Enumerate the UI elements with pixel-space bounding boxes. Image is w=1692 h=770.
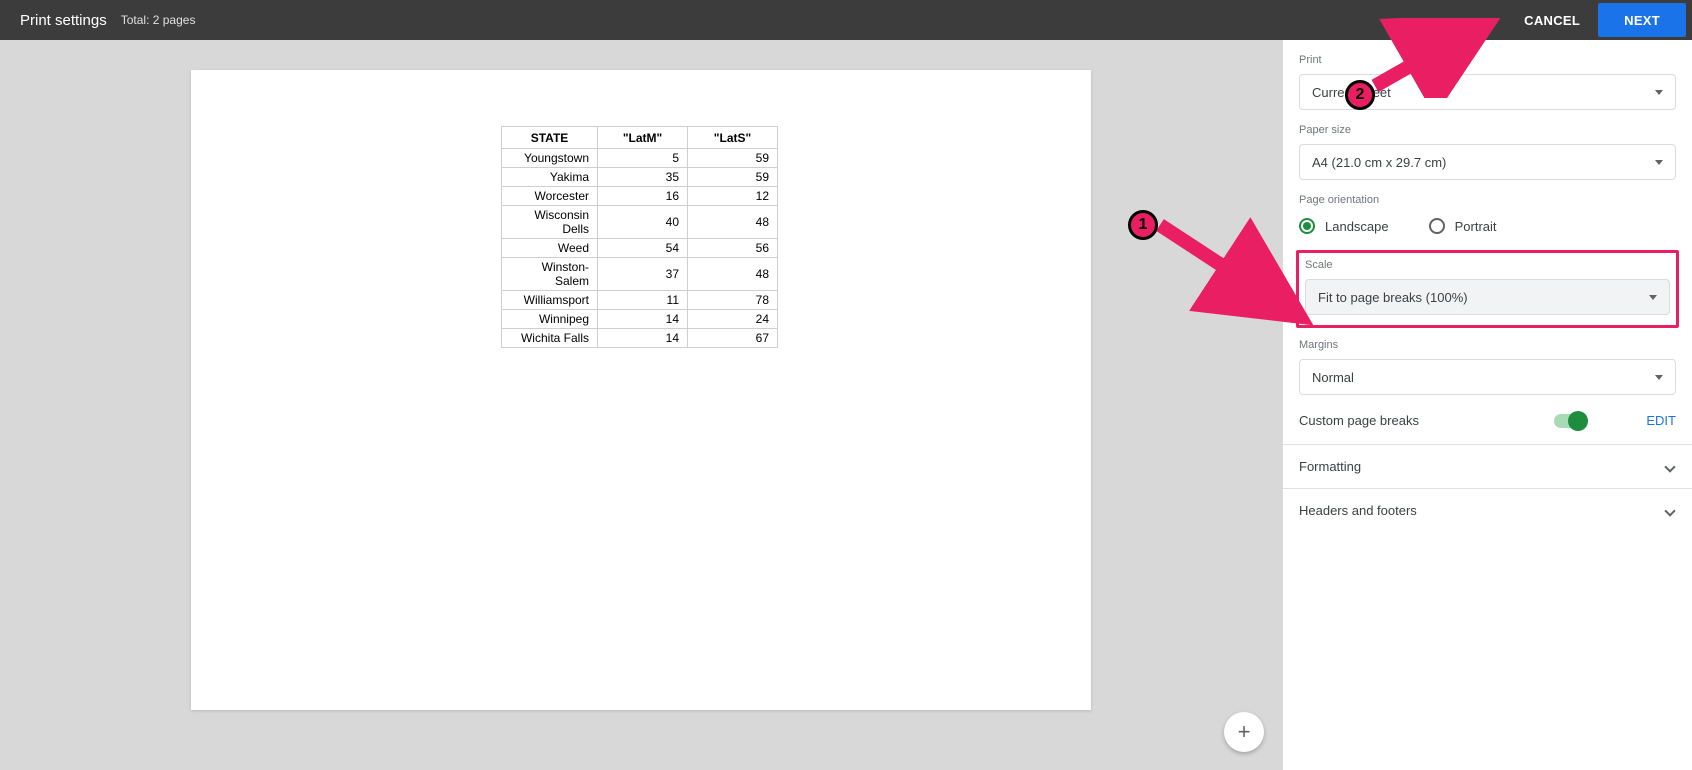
table-cell: Yakima <box>502 168 598 187</box>
margins-label: Margins <box>1299 339 1676 351</box>
next-button[interactable]: NEXT <box>1598 3 1686 37</box>
plus-icon: + <box>1238 719 1251 745</box>
table-row: Youngstown559 <box>502 149 778 168</box>
table-cell: Williamsport <box>502 291 598 310</box>
scale-section: Scale Fit to page breaks (100%) <box>1283 234 1692 328</box>
orientation-section: Page orientation Landscape Portrait <box>1283 180 1692 234</box>
chevron-down-icon <box>1664 461 1675 472</box>
table-cell: 56 <box>688 239 778 258</box>
scale-highlight: Scale Fit to page breaks (100%) <box>1296 250 1679 328</box>
data-table: STATE "LatM" "LatS" Youngstown559Yakima3… <box>501 126 778 348</box>
top-bar: Print settings Total: 2 pages CANCEL NEX… <box>0 0 1692 40</box>
table-row: Wisconsin Dells4048 <box>502 206 778 239</box>
table-cell: Weed <box>502 239 598 258</box>
edit-link[interactable]: EDIT <box>1646 413 1676 428</box>
table-cell: 12 <box>688 187 778 206</box>
table-cell: 14 <box>598 310 688 329</box>
table-cell: 35 <box>598 168 688 187</box>
orientation-portrait[interactable]: Portrait <box>1429 218 1497 234</box>
table-cell: Winnipeg <box>502 310 598 329</box>
table-cell: 67 <box>688 329 778 348</box>
table-cell: Worcester <box>502 187 598 206</box>
page-total: Total: 2 pages <box>121 13 196 27</box>
chevron-down-icon <box>1655 160 1663 165</box>
radio-unselected-icon <box>1429 218 1445 234</box>
print-label: Print <box>1299 54 1676 66</box>
scale-value: Fit to page breaks (100%) <box>1318 290 1468 305</box>
table-row: Worcester1612 <box>502 187 778 206</box>
table-row: Winston-Salem3748 <box>502 258 778 291</box>
custom-page-breaks-row: Custom page breaks EDIT <box>1283 395 1692 444</box>
page-preview: STATE "LatM" "LatS" Youngstown559Yakima3… <box>191 70 1091 710</box>
table-cell: 37 <box>598 258 688 291</box>
scale-dropdown[interactable]: Fit to page breaks (100%) <box>1305 279 1670 315</box>
table-cell: 48 <box>688 206 778 239</box>
custom-page-breaks-label: Custom page breaks <box>1299 413 1419 428</box>
cancel-button[interactable]: CANCEL <box>1506 0 1598 40</box>
preview-area: STATE "LatM" "LatS" Youngstown559Yakima3… <box>0 40 1282 770</box>
settings-sidebar: Print Current sheet Paper size A4 (21.0 … <box>1282 40 1692 770</box>
paper-size-dropdown[interactable]: A4 (21.0 cm x 29.7 cm) <box>1299 144 1676 180</box>
table-cell: 16 <box>598 187 688 206</box>
headers-footers-label: Headers and footers <box>1299 503 1417 518</box>
zoom-add-button[interactable]: + <box>1224 712 1264 752</box>
page-title: Print settings <box>20 12 107 29</box>
table-cell: 40 <box>598 206 688 239</box>
table-cell: 48 <box>688 258 778 291</box>
table-cell: 11 <box>598 291 688 310</box>
paper-section: Paper size A4 (21.0 cm x 29.7 cm) <box>1283 110 1692 180</box>
col-header: "LatS" <box>688 127 778 149</box>
table-cell: Winston-Salem <box>502 258 598 291</box>
table-cell: Wichita Falls <box>502 329 598 348</box>
table-cell: 59 <box>688 149 778 168</box>
annotation-step-1: 1 <box>1128 210 1158 240</box>
orientation-landscape[interactable]: Landscape <box>1299 218 1389 234</box>
table-cell: 14 <box>598 329 688 348</box>
col-header: "LatM" <box>598 127 688 149</box>
col-header: STATE <box>502 127 598 149</box>
orientation-portrait-label: Portrait <box>1455 219 1497 234</box>
headers-footers-expander[interactable]: Headers and footers <box>1283 488 1692 532</box>
formatting-expander[interactable]: Formatting <box>1283 444 1692 488</box>
chevron-down-icon <box>1649 295 1657 300</box>
table-cell: 5 <box>598 149 688 168</box>
table-cell: 24 <box>688 310 778 329</box>
annotation-step-2: 2 <box>1345 80 1375 110</box>
custom-page-breaks-toggle[interactable] <box>1554 414 1586 428</box>
paper-label: Paper size <box>1299 124 1676 136</box>
chevron-down-icon <box>1655 90 1663 95</box>
margins-section: Margins Normal <box>1283 325 1692 395</box>
chevron-down-icon <box>1655 375 1663 380</box>
table-cell: Youngstown <box>502 149 598 168</box>
margins-dropdown[interactable]: Normal <box>1299 359 1676 395</box>
paper-value: A4 (21.0 cm x 29.7 cm) <box>1312 155 1446 170</box>
print-section: Print Current sheet <box>1283 40 1692 110</box>
table-cell: 54 <box>598 239 688 258</box>
table-row: Weed5456 <box>502 239 778 258</box>
margins-value: Normal <box>1312 370 1354 385</box>
formatting-label: Formatting <box>1299 459 1361 474</box>
table-row: Winnipeg1424 <box>502 310 778 329</box>
scale-label: Scale <box>1305 259 1673 271</box>
radio-selected-icon <box>1299 218 1315 234</box>
table-row: Wichita Falls1467 <box>502 329 778 348</box>
table-cell: 59 <box>688 168 778 187</box>
table-row: Yakima3559 <box>502 168 778 187</box>
table-cell: Wisconsin Dells <box>502 206 598 239</box>
table-row: Williamsport1178 <box>502 291 778 310</box>
chevron-down-icon <box>1664 505 1675 516</box>
orientation-label: Page orientation <box>1299 194 1676 206</box>
orientation-landscape-label: Landscape <box>1325 219 1389 234</box>
table-cell: 78 <box>688 291 778 310</box>
